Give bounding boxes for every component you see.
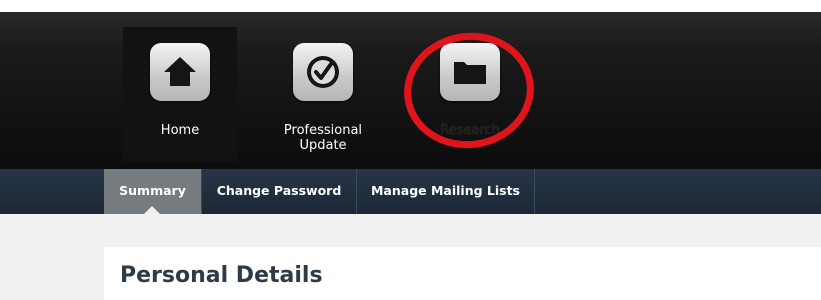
home-icon (150, 43, 210, 101)
active-tab-pointer (144, 206, 160, 214)
nav-item-home[interactable]: Home (123, 27, 237, 162)
content-area: Personal Details (0, 214, 821, 300)
tab-manage-mailing-lists[interactable]: Manage Mailing Lists (357, 169, 535, 214)
section-title: Personal Details (120, 263, 323, 288)
page: Home Professional Update Research Summar… (0, 0, 821, 300)
nav-item-home-label: Home (160, 123, 200, 138)
top-nav: Home Professional Update Research (0, 12, 821, 169)
checkmark-icon (293, 43, 353, 101)
sub-nav: Summary Change Password Manage Mailing L… (0, 169, 821, 214)
nav-item-professional-update-label: Professional Update (283, 123, 363, 153)
personal-details-panel: Personal Details (104, 247, 821, 300)
nav-item-professional-update[interactable]: Professional Update (266, 27, 380, 162)
tab-change-password[interactable]: Change Password (202, 169, 357, 214)
